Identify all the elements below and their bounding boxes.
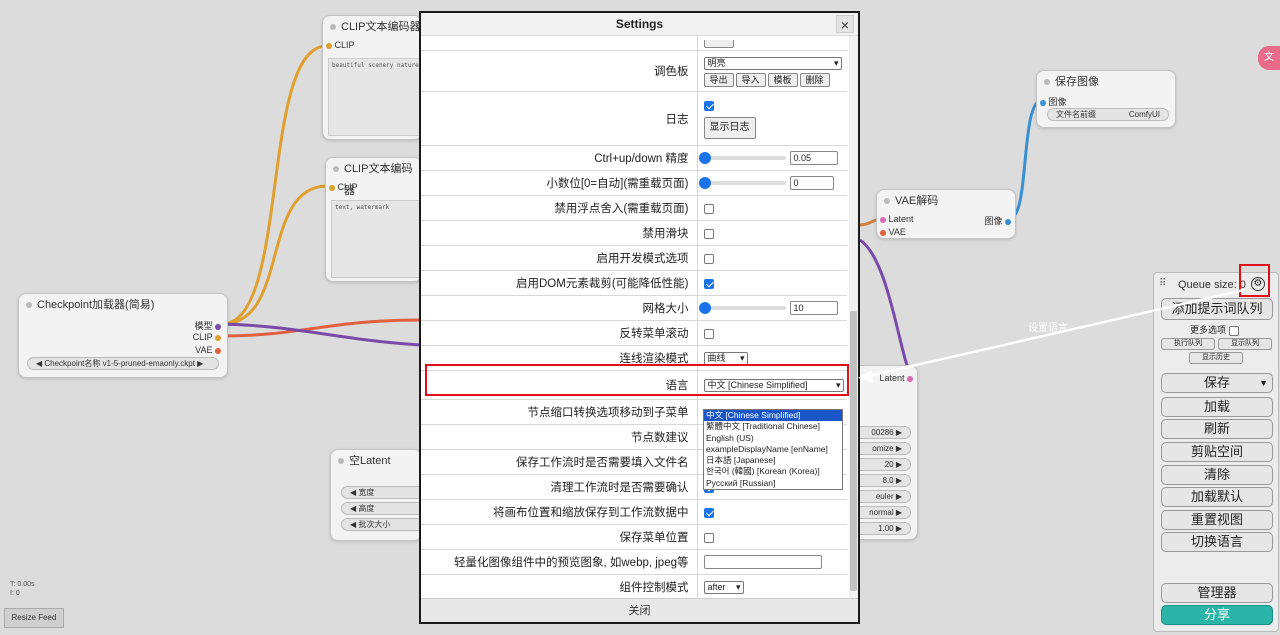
language-option[interactable]: Русский [Russian] [704, 478, 842, 489]
language-option[interactable]: 日本語 [Japanese] [704, 455, 842, 466]
language-dropdown-list[interactable]: 中文 [Chinese Simplified] 繁體中文 [Traditiona… [703, 409, 843, 491]
language-option[interactable]: 繁體中文 [Traditional Chinese] [704, 421, 842, 432]
language-option[interactable]: English (US) [704, 433, 842, 444]
language-option[interactable]: 中文 [Chinese Simplified] [704, 410, 842, 422]
language-option[interactable]: 한국어 (韓國) [Korean (Korea)] [704, 466, 842, 477]
language-option[interactable]: exampleDisplayName [enName] [704, 444, 842, 455]
annotation-arrow [858, 288, 1245, 383]
annotation-label: 设置语言 [1028, 323, 1068, 334]
